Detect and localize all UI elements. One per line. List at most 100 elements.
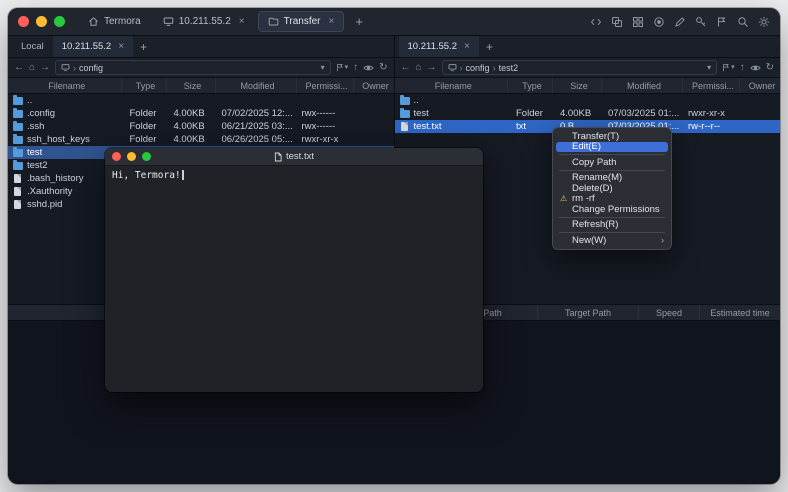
file-permissions: rw-r--r-- bbox=[684, 120, 740, 133]
column-header[interactable]: Filename bbox=[395, 78, 508, 93]
forward-icon[interactable]: → bbox=[40, 63, 50, 73]
file-type bbox=[126, 94, 170, 107]
minimize-button[interactable] bbox=[36, 16, 47, 27]
file-row[interactable]: test Folder 4.00KB 07/03/2025 01:... rwx… bbox=[395, 107, 781, 120]
settings-icon[interactable] bbox=[758, 16, 770, 28]
menu-item[interactable]: ⚠ rm -rf bbox=[556, 194, 668, 205]
close-icon[interactable]: × bbox=[464, 41, 470, 52]
folder-icon bbox=[13, 162, 23, 170]
column-header[interactable]: Permissi... bbox=[296, 78, 353, 93]
close-icon[interactable]: × bbox=[329, 16, 335, 27]
back-icon[interactable]: ← bbox=[14, 63, 24, 73]
file-name: test bbox=[27, 147, 42, 158]
menu-item[interactable]: Edit(E) bbox=[556, 142, 668, 153]
chevron-down-icon[interactable]: ▾ bbox=[321, 63, 325, 72]
file-row[interactable]: .. bbox=[395, 94, 781, 107]
eye-icon[interactable] bbox=[363, 64, 374, 72]
menu-item[interactable]: Change Permissions... bbox=[556, 204, 668, 215]
close-button[interactable] bbox=[18, 16, 29, 27]
column-header[interactable]: Permissi... bbox=[682, 78, 739, 93]
column-header[interactable]: Size bbox=[552, 78, 601, 93]
file-row[interactable]: .ssh Folder 4.00KB 06/21/2025 03:... rwx… bbox=[8, 120, 394, 133]
back-icon[interactable]: ← bbox=[401, 63, 411, 73]
minimize-button[interactable] bbox=[127, 152, 136, 161]
menu-item[interactable]: Transfer(T) bbox=[556, 131, 668, 142]
column-header[interactable]: Owner bbox=[739, 78, 780, 93]
new-tab-button[interactable]: + bbox=[348, 14, 370, 29]
file-size: 4.00KB bbox=[170, 107, 218, 120]
column-header[interactable]: Target Path bbox=[537, 305, 638, 320]
editor-title-bar[interactable]: test.txt bbox=[105, 148, 483, 166]
tab-label: Transfer bbox=[284, 16, 321, 27]
tab-remote-host[interactable]: 10.211.55.2 × bbox=[399, 36, 479, 57]
path-field[interactable]: › config › test2 ▾ bbox=[442, 60, 718, 75]
file-name: test.txt bbox=[414, 121, 442, 132]
new-tab-button[interactable]: + bbox=[479, 40, 500, 54]
column-header[interactable]: Filename bbox=[8, 78, 121, 93]
eye-icon[interactable] bbox=[750, 64, 761, 72]
menu-item[interactable]: New(W) › bbox=[556, 235, 668, 246]
file-size bbox=[556, 94, 604, 107]
menu-item[interactable] bbox=[559, 217, 665, 218]
column-header[interactable]: Owner bbox=[353, 78, 394, 93]
code-icon[interactable] bbox=[590, 16, 602, 28]
column-header[interactable]: Type bbox=[121, 78, 166, 93]
tab-transfer[interactable]: Transfer × bbox=[258, 11, 345, 32]
file-icon bbox=[14, 200, 21, 209]
home-icon[interactable]: ⌂ bbox=[416, 63, 422, 73]
bookmark-icon[interactable]: ▾ bbox=[336, 63, 349, 72]
folder-icon bbox=[13, 110, 23, 118]
column-header[interactable]: Size bbox=[166, 78, 215, 93]
menu-item[interactable]: Rename(M) bbox=[556, 173, 668, 184]
menu-item-label: Rename(M) bbox=[572, 172, 660, 183]
menu-item[interactable] bbox=[559, 232, 665, 233]
breadcrumb-segment[interactable]: test2 bbox=[499, 63, 519, 73]
record-icon[interactable] bbox=[653, 16, 665, 28]
column-header[interactable]: Type bbox=[507, 78, 552, 93]
file-row[interactable]: .config Folder 4.00KB 07/02/2025 12:... … bbox=[8, 107, 394, 120]
traffic-lights bbox=[18, 16, 65, 27]
refresh-icon[interactable]: ↻ bbox=[766, 63, 774, 73]
menu-item[interactable] bbox=[559, 170, 665, 171]
close-button[interactable] bbox=[112, 152, 121, 161]
column-header[interactable]: Estimated time bbox=[699, 305, 780, 320]
key-icon[interactable] bbox=[695, 16, 707, 28]
file-permissions: rwx------ bbox=[298, 107, 354, 120]
search-icon[interactable] bbox=[737, 16, 749, 28]
breadcrumb-segment[interactable]: config bbox=[466, 63, 490, 73]
zoom-button[interactable] bbox=[54, 16, 65, 27]
menu-item[interactable]: Refresh(R) bbox=[556, 220, 668, 231]
tab-host[interactable]: 10.211.55.2 × bbox=[154, 12, 254, 31]
bookmark-icon[interactable]: ▾ bbox=[722, 63, 735, 72]
menu-item[interactable] bbox=[559, 154, 665, 155]
zoom-button[interactable] bbox=[142, 152, 151, 161]
home-icon[interactable]: ⌂ bbox=[29, 63, 35, 73]
grid-icon[interactable] bbox=[632, 16, 644, 28]
file-row[interactable]: ssh_host_keys Folder 4.00KB 06/26/2025 0… bbox=[8, 133, 394, 146]
close-icon[interactable]: × bbox=[118, 41, 124, 52]
tab-termora[interactable]: Termora bbox=[79, 12, 150, 31]
parent-dir-icon[interactable]: ↑ bbox=[353, 63, 358, 73]
new-tab-button[interactable]: + bbox=[133, 40, 154, 54]
submenu-arrow-icon: › bbox=[661, 235, 664, 245]
pencil-icon[interactable] bbox=[674, 16, 686, 28]
column-header[interactable]: Modified bbox=[601, 78, 682, 93]
chevron-down-icon[interactable]: ▾ bbox=[707, 63, 711, 72]
editor-content[interactable]: Hi, Termora! bbox=[105, 166, 483, 392]
refresh-icon[interactable]: ↻ bbox=[379, 63, 387, 73]
copy-icon[interactable] bbox=[611, 16, 623, 28]
file-row[interactable]: .. bbox=[8, 94, 394, 107]
column-header[interactable]: Modified bbox=[215, 78, 296, 93]
close-icon[interactable]: × bbox=[239, 16, 245, 27]
forward-icon[interactable]: → bbox=[427, 63, 437, 73]
path-field[interactable]: › config ▾ bbox=[55, 60, 331, 75]
flag-icon[interactable] bbox=[716, 16, 728, 28]
menu-item[interactable]: Copy Path bbox=[556, 157, 668, 168]
tab-local[interactable]: Local bbox=[12, 36, 53, 57]
tab-remote-host[interactable]: 10.211.55.2 × bbox=[53, 36, 133, 57]
breadcrumb-segment[interactable]: config bbox=[79, 63, 103, 73]
parent-dir-icon[interactable]: ↑ bbox=[740, 63, 745, 73]
menu-item[interactable]: Delete(D) bbox=[556, 183, 668, 194]
menu-item-label: rm -rf bbox=[572, 193, 660, 204]
column-header[interactable]: Speed bbox=[638, 305, 699, 320]
